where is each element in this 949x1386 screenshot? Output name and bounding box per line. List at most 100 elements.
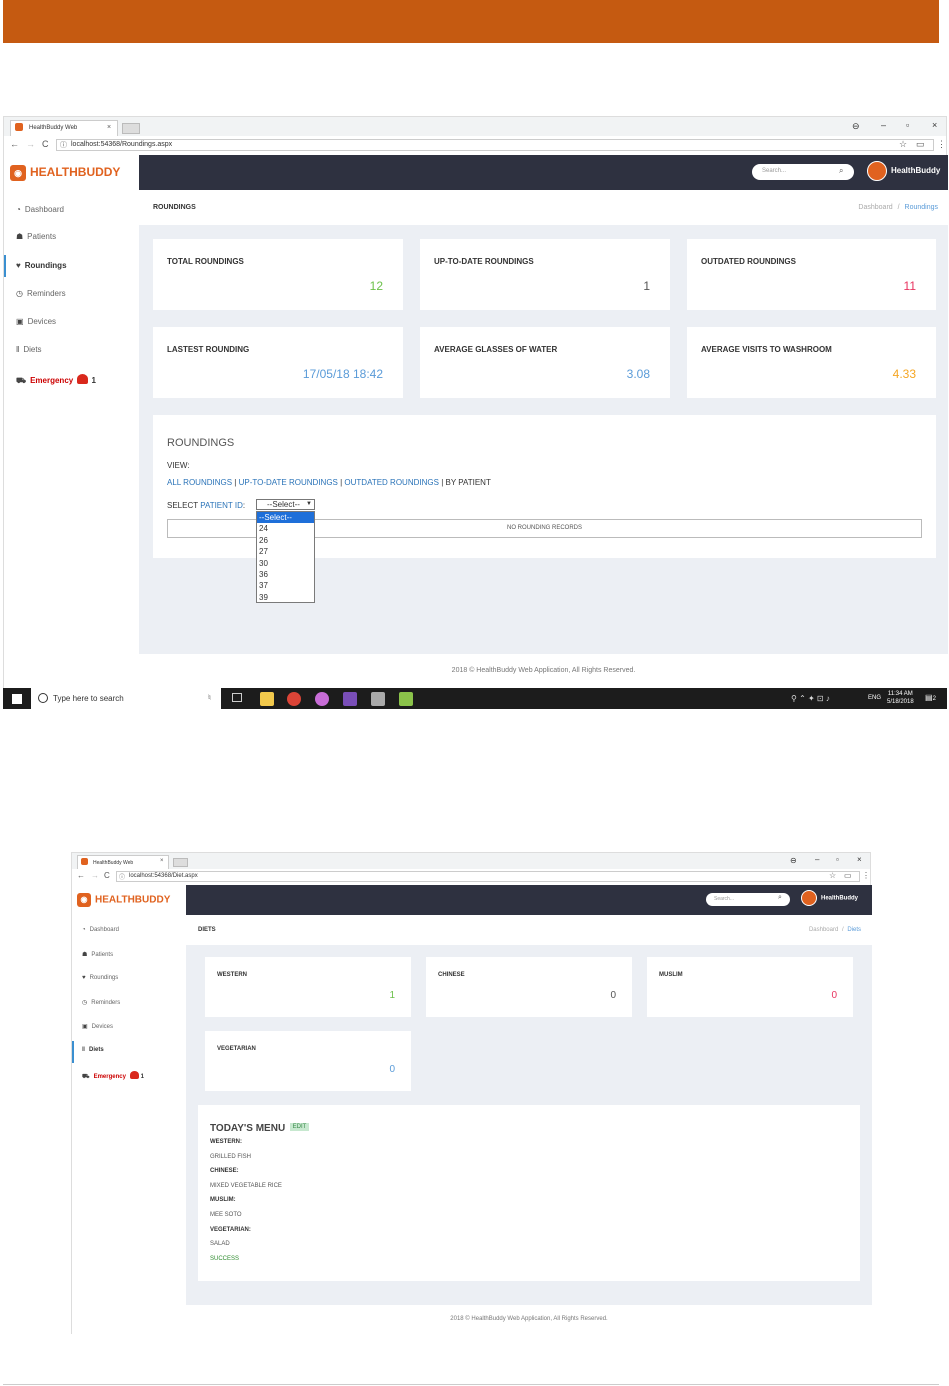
muslim-dish: MEE SOTO (210, 1211, 242, 1218)
forward-icon[interactable]: → (91, 871, 99, 880)
status-message: SUCCESS (210, 1255, 240, 1262)
back-icon[interactable]: ← (10, 139, 19, 149)
minimize-icon[interactable]: – (881, 120, 886, 130)
user-menu[interactable]: HealthBuddy (867, 161, 940, 181)
clock-icon: ◷ (82, 1000, 88, 1006)
link-all-roundings[interactable]: ALL ROUNDINGS (167, 478, 232, 487)
sidebar-item-patients[interactable]: ☗ Patients (16, 232, 56, 241)
visual-studio-icon[interactable] (343, 692, 357, 706)
chevron-down-icon: ▼ (306, 501, 312, 507)
dropdown-option[interactable]: --Select-- (257, 512, 314, 524)
avatar (801, 890, 817, 906)
link-uptodate-roundings[interactable]: UP-TO-DATE ROUNDINGS (239, 478, 338, 487)
dashboard-icon: ◔ (82, 927, 86, 933)
reload-icon[interactable]: C (104, 871, 110, 880)
chrome-icon[interactable] (287, 692, 301, 706)
sidebar-item-roundings[interactable]: ♥ Roundings (82, 975, 118, 981)
user-menu[interactable]: HealthBuddy (801, 890, 858, 906)
close-window-icon[interactable]: × (857, 855, 862, 864)
active-indicator (4, 255, 6, 277)
menu-kebab-icon[interactable]: ⋮ (937, 139, 946, 150)
browser-tab[interactable]: HealthBuddy Web (77, 855, 169, 869)
patient-id-link[interactable]: PATIENT ID (200, 501, 243, 510)
cast-icon[interactable]: ▭ (844, 871, 852, 880)
dropdown-option[interactable]: 24 (257, 523, 314, 534)
info-icon[interactable]: ⓘ (60, 140, 67, 150)
new-tab-button[interactable] (173, 858, 188, 867)
address-bar[interactable]: localhost:54368/Diet.aspx (116, 871, 860, 882)
sidebar-item-reminders[interactable]: ◷ Reminders (82, 999, 120, 1006)
bookmark-star-icon[interactable]: ☆ (899, 139, 907, 150)
breadcrumb-home[interactable]: Dashboard (858, 204, 892, 211)
dropdown-option[interactable]: 26 (257, 535, 314, 546)
sidebar-item-dashboard[interactable]: ◔ Dashboard (82, 927, 119, 933)
panel-heading: ROUNDINGS (167, 437, 235, 449)
clock-icon: ◷ (16, 289, 23, 298)
forward-icon[interactable]: → (26, 139, 35, 149)
device-icon: ▣ (16, 317, 24, 326)
windows-start-icon[interactable] (12, 694, 22, 704)
account-icon[interactable]: ⊖ (790, 856, 797, 865)
breadcrumb-home[interactable]: Dashboard (809, 927, 838, 933)
sql-server-icon[interactable] (371, 692, 385, 706)
new-tab-button[interactable] (122, 123, 140, 134)
sidebar-item-diets[interactable]: ǁ Diets (82, 1047, 104, 1053)
search-icon[interactable]: ⌕ (778, 894, 782, 902)
sidebar-item-emergency[interactable]: ⛟ Emergency 1 (16, 374, 96, 386)
link-outdated-roundings[interactable]: OUTDATED ROUNDINGS (344, 478, 439, 487)
brand-logo[interactable]: ◉ HEALTHBUDDY (77, 893, 170, 907)
reload-icon[interactable]: C (42, 139, 49, 149)
brand-logo[interactable]: ◉ HEALTHBUDDY (10, 165, 120, 181)
close-tab-icon[interactable]: × (160, 858, 164, 864)
microphone-icon[interactable]: ♮ (208, 693, 211, 702)
sidebar-item-devices[interactable]: ▣ Devices (16, 317, 56, 326)
browser-tab[interactable]: HealthBuddy Web (10, 120, 118, 136)
dropdown-option[interactable]: 30 (257, 558, 314, 569)
bookmark-star-icon[interactable]: ☆ (829, 871, 836, 880)
maximize-icon[interactable]: ▫ (836, 855, 839, 864)
cast-icon[interactable]: ▭ (916, 139, 925, 150)
dropdown-option[interactable]: 36 (257, 569, 314, 580)
sidebar-item-patients[interactable]: ☗ Patients (82, 951, 113, 958)
diet-card-chinese: CHINESE 0 (426, 957, 632, 1017)
edit-button[interactable]: EDIT (289, 1122, 310, 1131)
diet-title: WESTERN (217, 972, 247, 978)
dropdown-option[interactable]: 37 (257, 580, 314, 591)
app-icon[interactable] (399, 692, 413, 706)
vegetarian-dish: SALAD (210, 1241, 230, 1248)
sidebar-item-reminders[interactable]: ◷ Reminders (16, 289, 66, 298)
close-window-icon[interactable]: × (932, 120, 937, 130)
sidebar-item-roundings[interactable]: ♥ Roundings (16, 261, 67, 270)
diet-title: MUSLIM (659, 972, 683, 978)
file-explorer-icon[interactable] (260, 692, 274, 706)
account-icon[interactable]: ⊖ (852, 121, 860, 132)
maximize-icon[interactable]: ▫ (906, 120, 909, 130)
menu-kebab-icon[interactable]: ⋮ (862, 871, 870, 880)
sidebar-item-emergency[interactable]: ⛟ Emergency 1 (82, 1071, 144, 1081)
sidebar-item-diets[interactable]: ǁ Diets (16, 345, 42, 354)
taskbar-search-input[interactable]: Type here to search (31, 688, 221, 709)
sidebar-item-dashboard[interactable]: ◔ Dashboard (16, 205, 64, 214)
close-tab-icon[interactable]: × (107, 124, 111, 131)
language-indicator[interactable]: ENG (868, 695, 881, 701)
siren-icon (77, 374, 89, 384)
diet-value: 1 (389, 990, 395, 1001)
logo-icon: ◉ (77, 893, 91, 907)
address-bar[interactable]: localhost:54368/Roundings.aspx (56, 139, 934, 151)
notification-icon[interactable]: ▤2 (925, 693, 936, 702)
stat-title: AVERAGE VISITS TO WASHROOM (701, 345, 832, 354)
minimize-icon[interactable]: – (815, 855, 819, 864)
clock[interactable]: 11:34 AM 5/18/2018 (887, 690, 914, 706)
sidebar-item-devices[interactable]: ▣ Devices (82, 1023, 113, 1030)
sidebar: ◉ HEALTHBUDDY ◔ Dashboard ☗ Patients ♥ Round… (72, 885, 186, 1335)
back-icon[interactable]: ← (77, 871, 85, 880)
patient-id-select[interactable]: --Select-- ▼ (256, 499, 315, 510)
task-view-icon[interactable] (232, 693, 242, 702)
info-icon[interactable]: ⓘ (119, 872, 125, 881)
search-icon[interactable]: ⌕ (839, 166, 843, 176)
dropdown-option[interactable]: 27 (257, 546, 314, 557)
dropdown-option[interactable]: 39 (257, 592, 314, 603)
tray-icons[interactable]: ⚲ ⌃ ✦ ⊡ ♪ (791, 694, 830, 703)
itunes-icon[interactable] (315, 692, 329, 706)
browser-window-roundings: HealthBuddy Web × ⊖ – ▫ × ← → C localhos… (3, 116, 948, 689)
